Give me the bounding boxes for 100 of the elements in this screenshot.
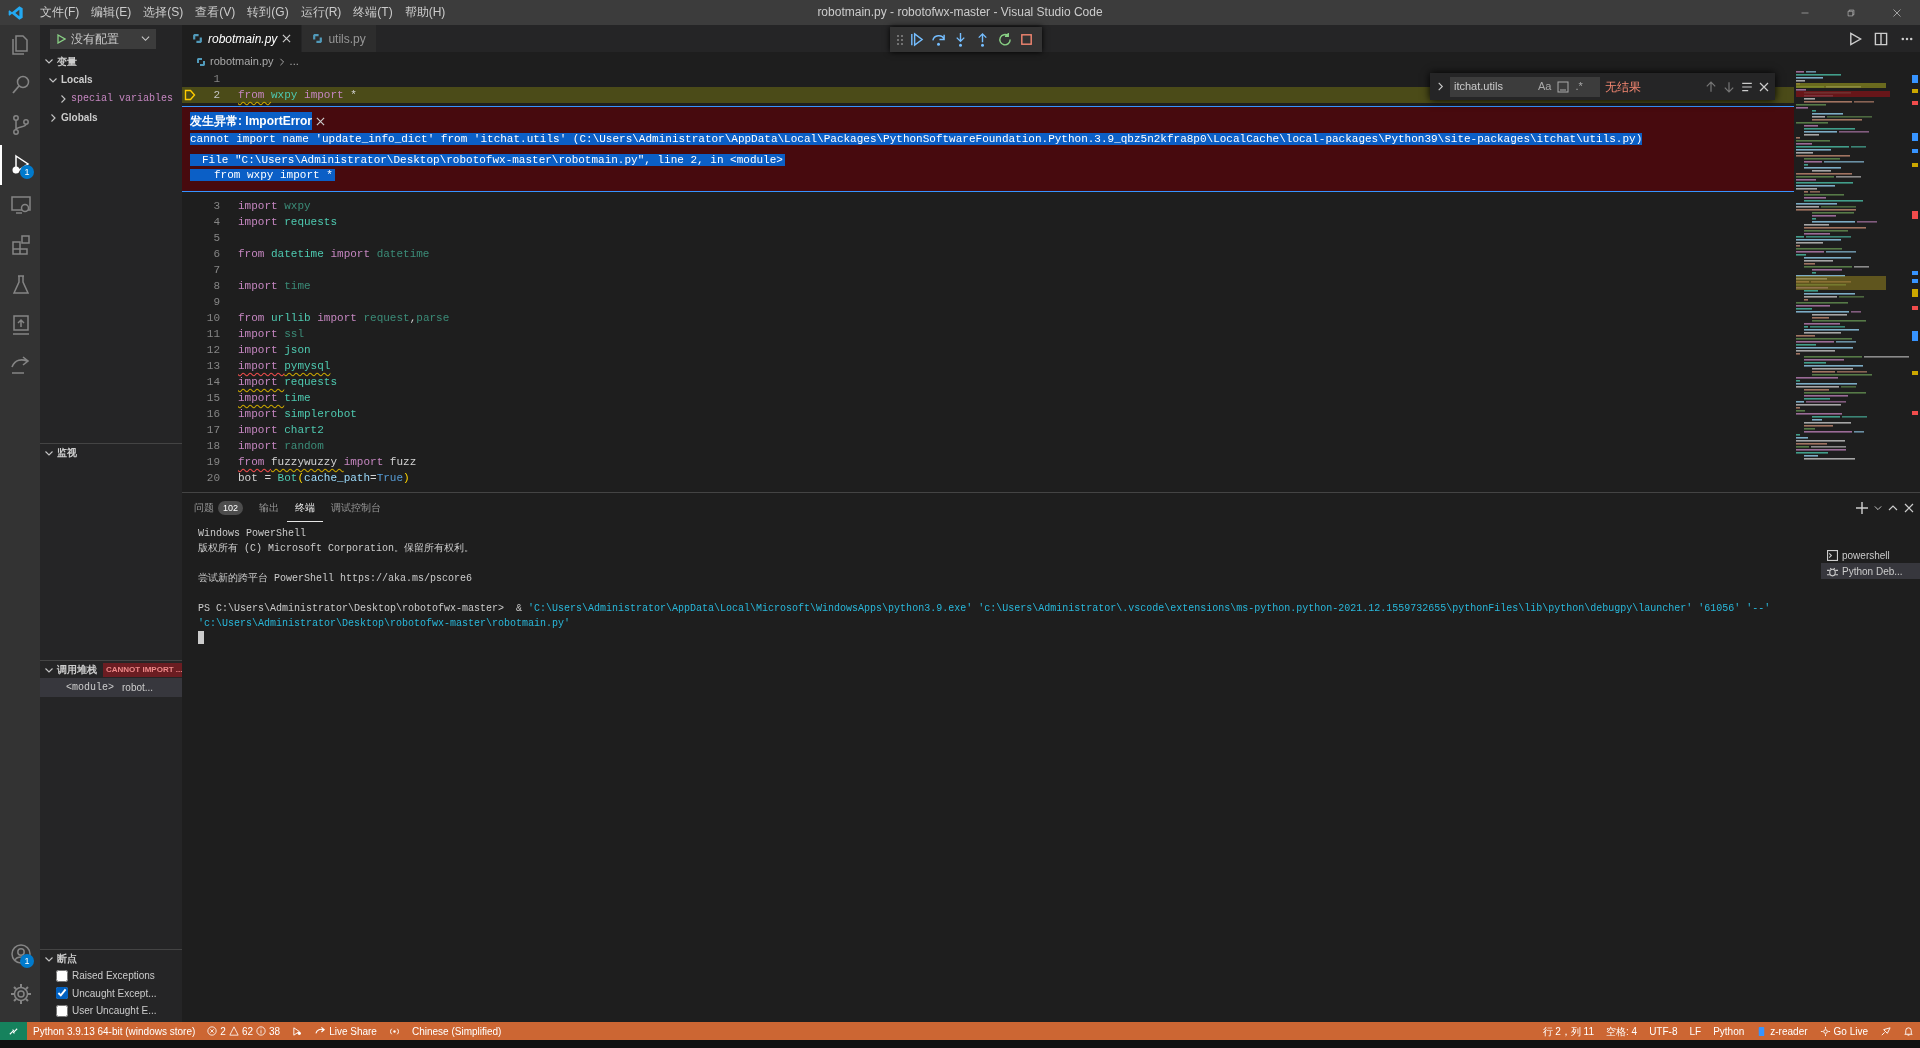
close-icon[interactable]	[1759, 81, 1769, 92]
chevron-icon[interactable]	[1436, 82, 1445, 91]
status-item[interactable]: Python 3.9.13 64-bit (windows store)	[27, 1022, 202, 1040]
tree-item[interactable]: Locals	[48, 72, 93, 87]
code-line: import time	[238, 391, 311, 406]
find-field[interactable]: itchat.utils	[1454, 78, 1532, 95]
terminal-icon	[1827, 549, 1838, 561]
chevron-icon[interactable]	[48, 112, 58, 123]
stack-frame[interactable]: <module> robot...	[40, 678, 182, 697]
breakpoint-label: User Uncaught E...	[72, 1004, 157, 1019]
menu-item[interactable]: 帮助(H)	[398, 0, 452, 25]
menu-item[interactable]: 选择(S)	[137, 0, 190, 25]
menu-item[interactable]: 运行(R)	[294, 0, 348, 25]
panel-tab[interactable]: 终端	[287, 494, 324, 522]
menu-item[interactable]: 编辑(E)	[85, 0, 138, 25]
whole-word-icon[interactable]	[1557, 80, 1570, 93]
code-line: import chart2	[238, 423, 324, 438]
close-icon[interactable]	[1904, 503, 1914, 513]
run-icon[interactable]	[1848, 31, 1862, 46]
notification-badge: 1	[20, 165, 34, 179]
continue-icon[interactable]	[908, 32, 924, 47]
menu-item[interactable]: 查看(V)	[189, 0, 242, 25]
status-item[interactable]: Live Share	[309, 1022, 383, 1040]
run-config-dropdown[interactable]: 没有配置	[50, 28, 156, 49]
exception-tag: CANNOT IMPORT ...	[103, 662, 182, 677]
maximize-icon[interactable]	[1888, 503, 1898, 513]
status-item[interactable]: UTF-8	[1643, 1022, 1684, 1040]
status-item[interactable]: Python	[1707, 1022, 1751, 1040]
status-item[interactable]: Chinese (Simplified)	[405, 1022, 508, 1040]
step-over-icon[interactable]	[930, 32, 946, 47]
breadcrumb-item[interactable]: robotmain.py	[210, 53, 274, 70]
chevron-icon[interactable]	[44, 56, 54, 66]
section-title[interactable]: 变量	[57, 53, 77, 69]
terminal-item[interactable]: Python Deb...	[1821, 563, 1920, 579]
play-bug-icon[interactable]	[292, 1025, 304, 1037]
panel-tab[interactable]: 问题 102	[186, 494, 252, 522]
tree-item[interactable]: special variables	[58, 91, 174, 106]
section-title[interactable]: 调用堆栈	[57, 662, 97, 677]
line-number: 19	[205, 455, 221, 470]
breadcrumb-item[interactable]: ...	[289, 53, 299, 70]
menu-item[interactable]: 文件(F)	[34, 0, 86, 25]
panel-tab[interactable]: 调试控制台	[323, 494, 390, 522]
section-title[interactable]: 监视	[57, 445, 77, 460]
bell-icon[interactable]	[1903, 1025, 1914, 1037]
search-box[interactable]: itchat.utils Aa .*	[1450, 76, 1600, 97]
code-line: import pymysql	[238, 359, 331, 374]
status-item[interactable]: LF	[1683, 1022, 1708, 1040]
arrow-down-icon[interactable]	[1723, 80, 1735, 93]
code-line: from fuzzywuzzy import fuzz	[238, 455, 417, 470]
broadcast-icon[interactable]	[388, 1025, 400, 1037]
stop-icon[interactable]	[1018, 32, 1034, 47]
status-item[interactable]: Go Live	[1813, 1022, 1874, 1040]
regex-toggle[interactable]: .*	[1575, 78, 1583, 95]
line-number: 9	[212, 295, 221, 310]
checkbox[interactable]	[56, 987, 68, 1000]
info-icon	[256, 1026, 266, 1036]
find-result: 无结果	[1605, 78, 1641, 96]
chevron-icon	[277, 57, 286, 66]
notification-badge: 1	[20, 954, 34, 968]
remote-icon[interactable]	[8, 1025, 19, 1037]
status-item[interactable]: z-reader	[1750, 1022, 1814, 1040]
add-icon[interactable]	[1856, 502, 1868, 514]
split-editor-icon[interactable]	[1874, 31, 1888, 46]
checkbox[interactable]	[56, 1004, 68, 1017]
app-logo	[8, 4, 24, 21]
line-number: 17	[205, 423, 221, 438]
code-line: import json	[238, 343, 311, 358]
arrow-up-icon[interactable]	[1705, 80, 1717, 93]
menu-item[interactable]: 终端(T)	[347, 0, 399, 25]
editor-tab[interactable]: robotmain.py	[182, 25, 303, 52]
code-line: import time	[238, 279, 311, 294]
selection-icon[interactable]	[1741, 80, 1753, 93]
terminal-cursor	[198, 631, 204, 644]
tree-item[interactable]: Globals	[48, 110, 98, 125]
status-item[interactable]: 行 2，列 11	[1536, 1022, 1600, 1040]
exception-message: cannot import name 'update_info_dict' from 'itchat.utils' (C:\Users\Administrator\AppData\Local\Packages\PythonSoftwareFoundation.Python.3.9_qbz5n2kfra8p0\LocalCache\local-packages\Python39\site-packages\itchat\utils.py)	[190, 133, 1643, 145]
checkbox[interactable]	[56, 969, 68, 982]
panel-tab[interactable]: 输出	[251, 494, 288, 522]
terminal-item[interactable]: powershell	[1821, 547, 1920, 563]
code-line: bot = Bot(cache_path=True)	[238, 471, 410, 486]
drag-handle-icon[interactable]	[896, 32, 904, 47]
window-title: robotmain.py - robotofwx-master - Visual Studio Code	[817, 5, 1103, 19]
settings-icon	[9, 982, 33, 1006]
restart-icon[interactable]	[996, 32, 1012, 47]
problems-status[interactable]: 2 62 38	[201, 1022, 287, 1040]
caret-icon[interactable]	[1874, 504, 1882, 512]
warning-icon	[228, 1026, 239, 1036]
close-icon[interactable]	[282, 34, 292, 43]
accounts-button[interactable]: 1	[0, 934, 40, 974]
line-number: 16	[205, 407, 221, 422]
section-title[interactable]: 断点	[57, 951, 77, 966]
chevron-icon[interactable]	[58, 93, 68, 104]
close-icon[interactable]	[316, 116, 325, 126]
match-case-toggle[interactable]: Aa	[1538, 78, 1552, 95]
line-number: 4	[212, 215, 221, 230]
line-number: 20	[205, 471, 221, 486]
menu-item[interactable]: 转到(G)	[241, 0, 295, 25]
current-line-arrow-icon	[184, 89, 196, 101]
editor-tab[interactable]: utils.py	[302, 25, 377, 52]
status-item[interactable]: 空格: 4	[1600, 1022, 1644, 1040]
